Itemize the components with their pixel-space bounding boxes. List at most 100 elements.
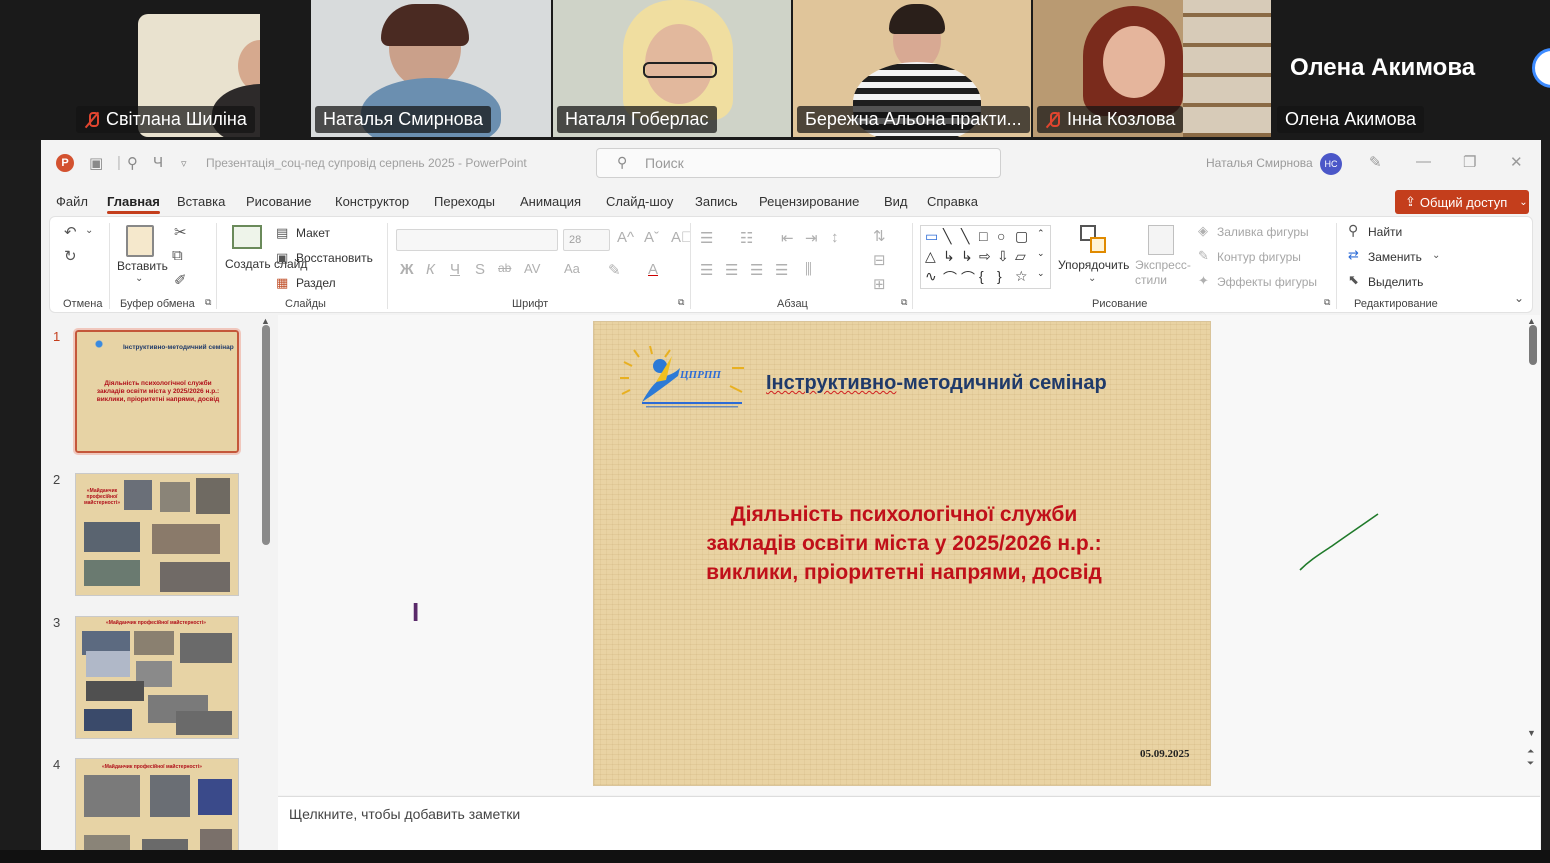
text-direction-icon[interactable]: ⇅ — [873, 227, 886, 245]
undo-icon[interactable]: ↶ — [64, 223, 77, 241]
tab-view[interactable]: Вид — [884, 194, 908, 209]
shadow-icon[interactable]: S — [475, 261, 485, 278]
align-text-icon[interactable]: ⊟ — [873, 251, 886, 269]
dialog-launcher-icon[interactable]: ⧉ — [678, 297, 684, 308]
decrease-indent-icon[interactable]: ⇤ — [781, 229, 794, 247]
shape-effects-icon[interactable]: ✦ — [1198, 273, 1209, 289]
tab-review[interactable]: Рецензирование — [759, 194, 859, 209]
line-spacing-icon[interactable]: ↕ — [831, 229, 839, 246]
chevron-down-icon[interactable]: ⌄ — [85, 225, 93, 236]
strikethrough-icon[interactable]: ab — [498, 261, 511, 275]
chevron-up-icon[interactable]: ⌃ — [1037, 228, 1045, 239]
account-name[interactable]: Наталья Смирнова — [1206, 156, 1313, 170]
arrange-button[interactable]: Упорядочить — [1058, 258, 1129, 272]
highlight-icon[interactable]: ✎ — [608, 261, 621, 279]
align-right-icon[interactable]: ☰ — [750, 261, 763, 279]
slide-thumbnail-1[interactable]: Інструктивно-методичний семінар Діяльніс… — [73, 328, 241, 455]
tab-insert[interactable]: Вставка — [177, 194, 225, 209]
tab-draw[interactable]: Рисование — [246, 194, 311, 209]
avatar[interactable]: НС — [1320, 153, 1342, 175]
italic-icon[interactable]: К — [426, 261, 435, 278]
align-center-icon[interactable]: ☰ — [725, 261, 738, 279]
redo-icon[interactable]: ↻ — [64, 247, 77, 265]
replace-button[interactable]: Заменить — [1368, 250, 1422, 264]
scroll-up-icon[interactable]: ▲ — [261, 316, 270, 326]
previous-slide-icon[interactable]: ⏶ — [1527, 746, 1534, 757]
section-icon[interactable]: ▦ — [276, 275, 288, 291]
quick-styles-icon[interactable] — [1148, 225, 1174, 255]
line-shape-icon[interactable]: ╲ — [961, 228, 969, 245]
chevron-down-icon[interactable]: ⌄ — [1432, 250, 1440, 261]
chevron-down-icon[interactable]: ⌄ — [1088, 273, 1096, 284]
tab-transitions[interactable]: Переходы — [434, 194, 495, 209]
more-icon[interactable]: ⌄ — [1037, 268, 1045, 279]
copy-icon[interactable]: ⧉ — [172, 247, 183, 264]
star-shape-icon[interactable]: ☆ — [1015, 268, 1028, 285]
bold-icon[interactable]: Ж — [400, 261, 414, 278]
participant-tile-2[interactable]: Наталья Смирнова — [311, 0, 551, 137]
select-button[interactable]: Выделить — [1368, 275, 1423, 289]
find-button[interactable]: Найти — [1368, 225, 1402, 239]
next-slide-icon[interactable]: ⏷ — [1527, 758, 1534, 769]
dialog-launcher-icon[interactable]: ⧉ — [205, 297, 211, 308]
tab-record[interactable]: Запись — [695, 194, 738, 209]
reset-button[interactable]: Восстановить — [296, 251, 373, 265]
shape-outline-icon[interactable]: ✎ — [1198, 248, 1209, 264]
change-case-icon[interactable]: Aa — [564, 261, 580, 276]
present-from-start-icon[interactable]: ⚲ — [127, 154, 138, 172]
self-view-indicator[interactable] — [1532, 48, 1550, 88]
chevron-down-icon[interactable]: ⌄ — [135, 273, 143, 284]
shape-icon[interactable]: ▱ — [1015, 248, 1026, 265]
participant-tile-5[interactable]: Інна Козлова — [1033, 0, 1271, 137]
tab-animations[interactable]: Анимация — [520, 194, 581, 209]
select-icon[interactable]: ⬉ — [1348, 272, 1359, 288]
dialog-launcher-icon[interactable]: ⧉ — [1324, 297, 1330, 308]
replace-icon[interactable]: ⇄ — [1348, 247, 1359, 263]
brace-shape-icon[interactable]: { — [979, 268, 984, 284]
participant-tile-1[interactable]: Світлана Шиліна — [72, 0, 260, 137]
find-icon[interactable]: ⚲ — [1348, 222, 1358, 239]
save-icon[interactable]: ▣ — [89, 154, 103, 172]
notes-pane[interactable]: Щелкните, чтобы добавить заметки — [278, 796, 1540, 850]
tab-file[interactable]: Файл — [56, 194, 88, 209]
paste-button[interactable]: Вставить — [117, 259, 168, 273]
font-size-select[interactable]: 28 — [563, 229, 610, 251]
close-icon[interactable]: ✕ — [1510, 153, 1523, 171]
restore-icon[interactable]: ❐ — [1463, 153, 1476, 171]
curve-shape-icon[interactable]: ∿ — [925, 268, 937, 285]
search-input[interactable]: ⚲ Поиск — [596, 148, 1001, 178]
tab-slideshow[interactable]: Слайд-шоу — [606, 194, 673, 209]
participant-tile-3[interactable]: Наталя Гоберлас — [553, 0, 791, 137]
thumbnails-scrollbar[interactable] — [262, 325, 270, 545]
text-box-icon[interactable]: ▭ — [925, 228, 938, 245]
character-spacing-icon[interactable]: AV — [524, 261, 540, 276]
scroll-up-icon[interactable]: ▲ — [1527, 316, 1536, 326]
paste-icon[interactable] — [126, 225, 154, 257]
smartart-icon[interactable]: ⊞ — [873, 275, 886, 293]
quick-styles-button[interactable]: Экспресс-стили — [1135, 258, 1195, 288]
bullets-icon[interactable]: ☰ — [700, 229, 713, 247]
tab-home[interactable]: Главная — [107, 194, 160, 214]
touch-mode-icon[interactable]: Ч — [153, 154, 163, 171]
decrease-font-icon[interactable]: Aˇ — [644, 229, 659, 246]
brace-shape-icon[interactable]: } — [997, 268, 1002, 284]
chevron-down-icon[interactable]: ⌄ — [1037, 248, 1045, 259]
reset-icon[interactable]: ▣ — [276, 250, 288, 266]
triangle-shape-icon[interactable]: △ — [925, 248, 936, 265]
columns-icon[interactable]: ⫼ — [805, 261, 812, 278]
shape-fill-icon[interactable]: ◈ — [1198, 223, 1208, 239]
share-button[interactable]: ⇪ Общий доступ ⌄ — [1395, 190, 1529, 214]
section-button[interactable]: Раздел — [296, 276, 336, 290]
shapes-gallery[interactable]: ▭ ╲ ╲ □ ○ ▢ △ ↳ ↳ ⇨ ⇩ ▱ ∿ ⌒ ⌒ { } ☆ ⌃ ⌄ — [920, 225, 1051, 289]
arrange-icon[interactable] — [1080, 225, 1108, 255]
new-slide-icon[interactable] — [232, 225, 262, 249]
slide-thumbnail-3[interactable]: «Майданчик професійної майстерності» — [75, 616, 239, 739]
tab-design[interactable]: Конструктор — [335, 194, 409, 209]
tab-help[interactable]: Справка — [927, 194, 978, 209]
align-left-icon[interactable]: ☰ — [700, 261, 713, 279]
line-shape-icon[interactable]: ╲ — [943, 228, 951, 245]
minimize-icon[interactable]: — — [1416, 153, 1431, 170]
font-color-icon[interactable]: A — [648, 261, 658, 278]
shape-outline-button[interactable]: Контур фигуры — [1217, 250, 1301, 264]
customize-qat-icon[interactable]: ▿ — [181, 157, 187, 170]
